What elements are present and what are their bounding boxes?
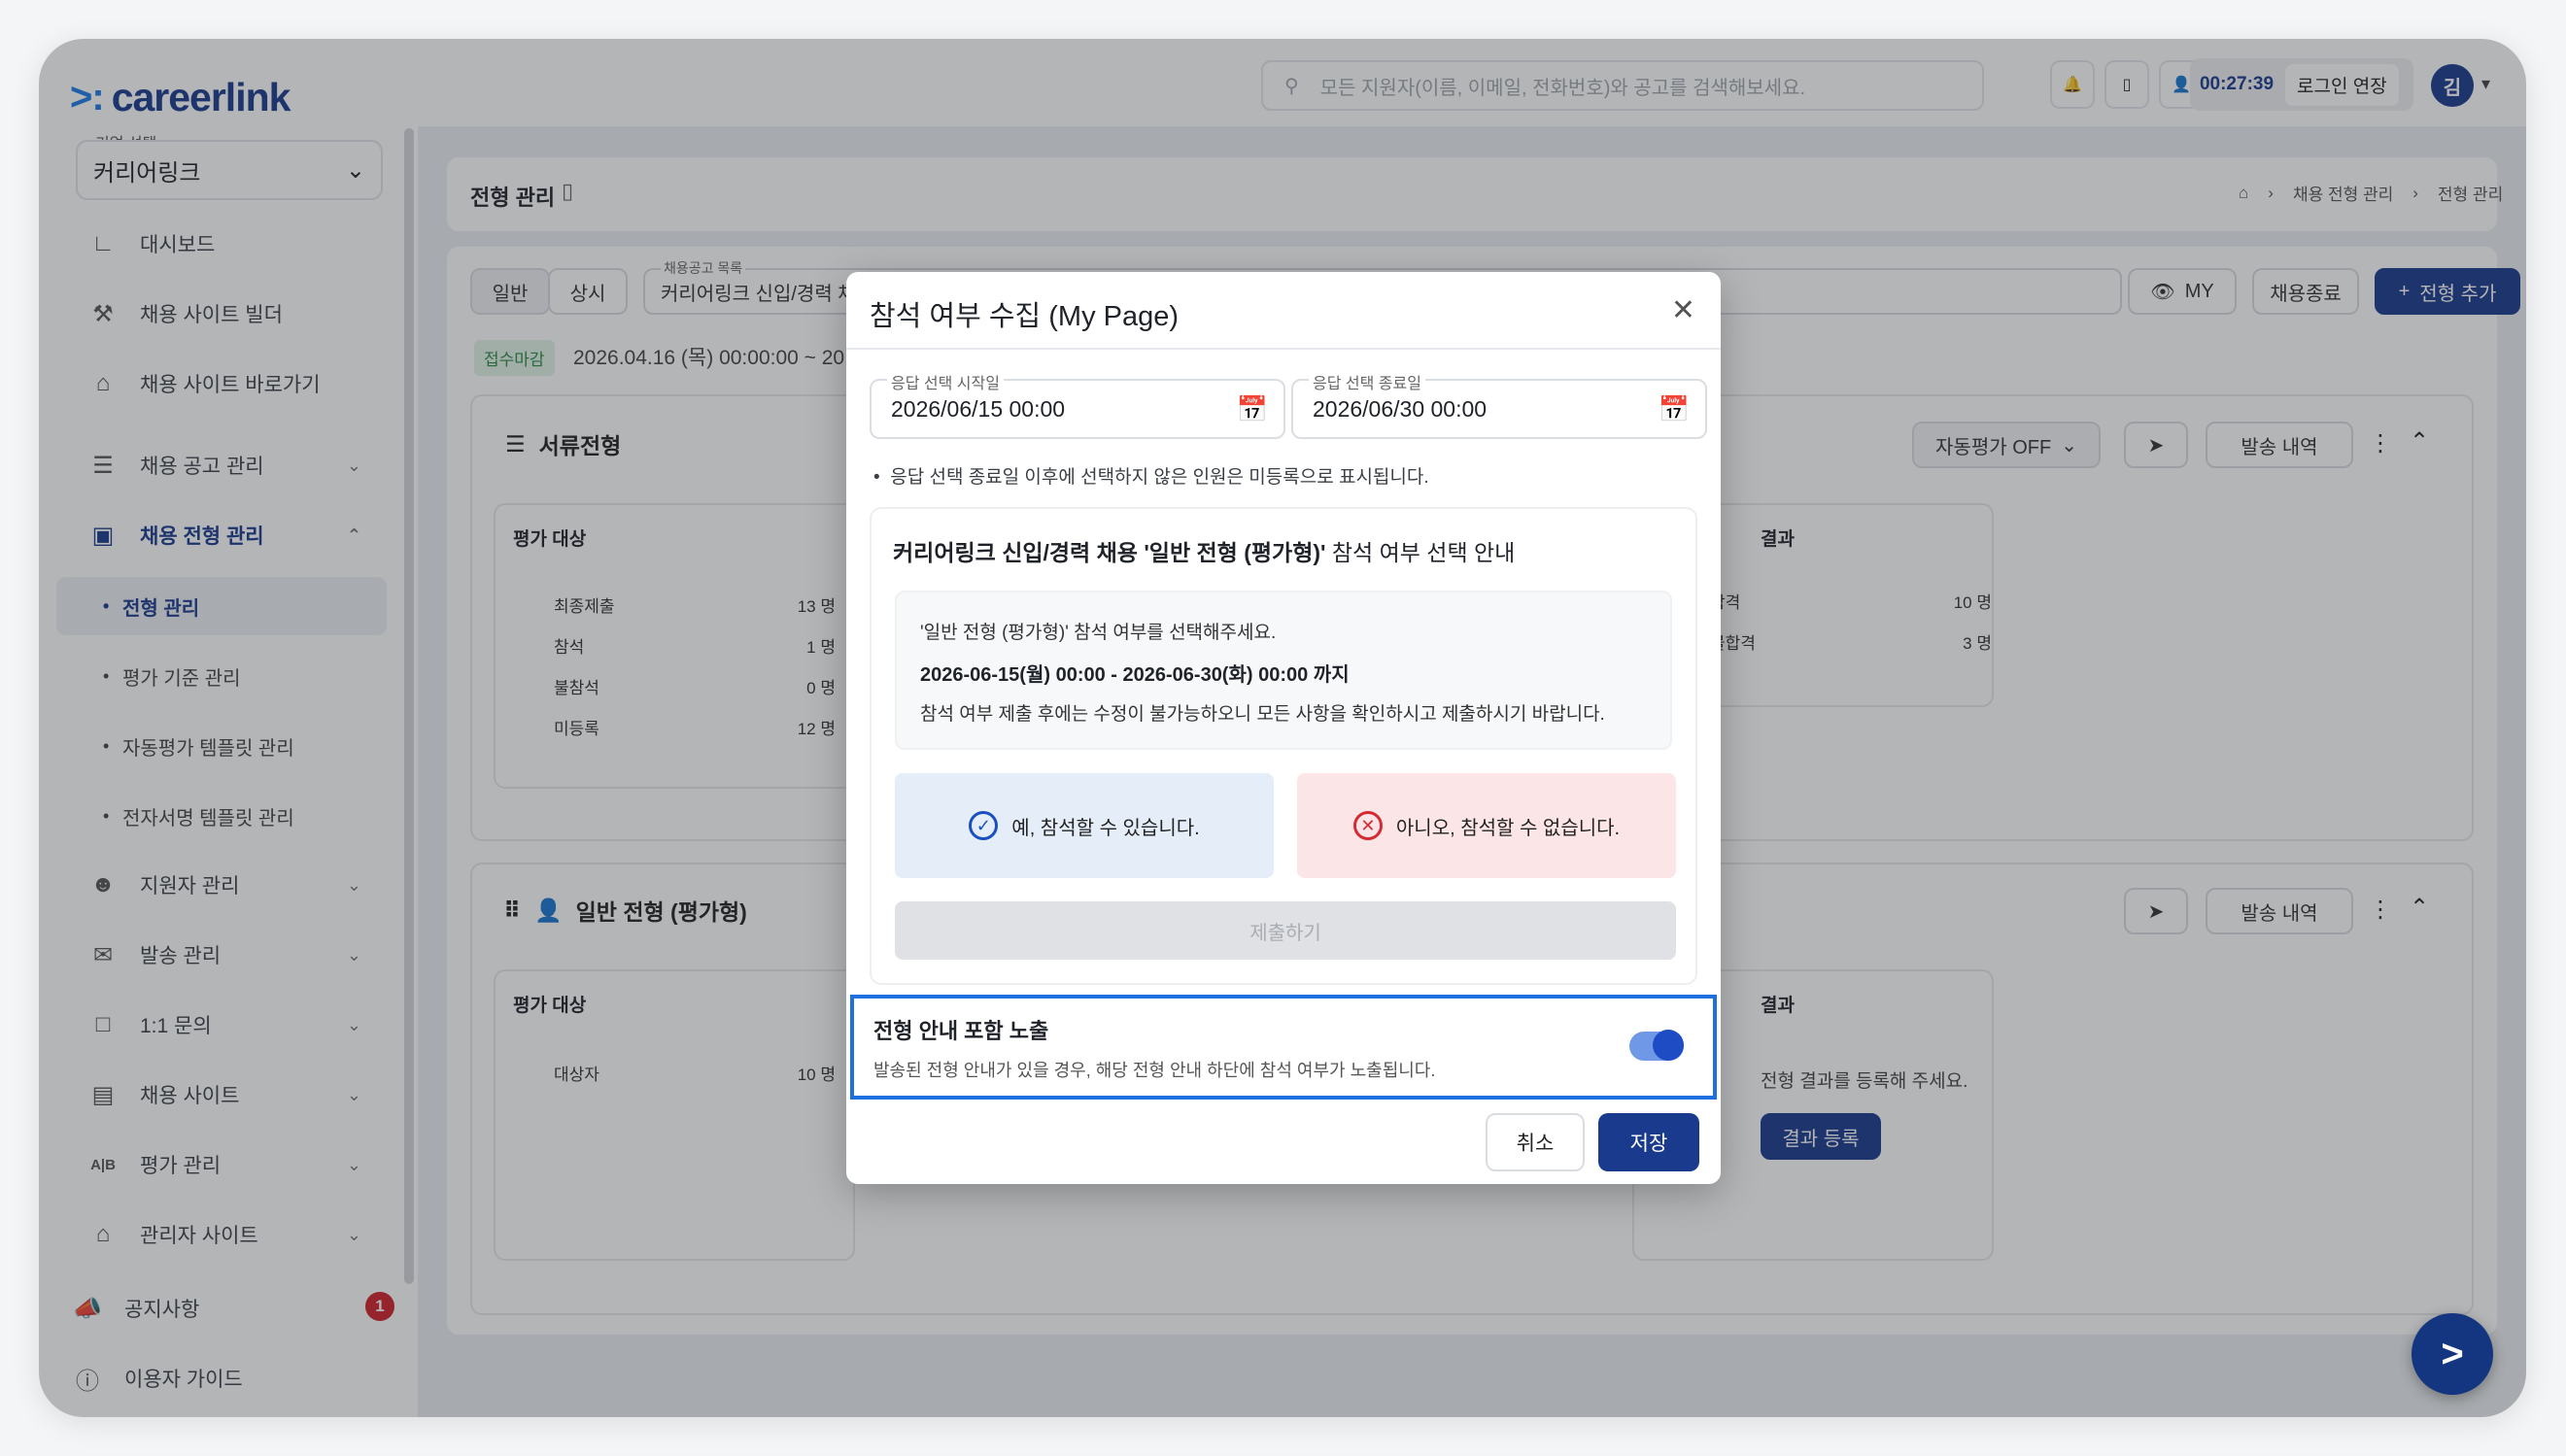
- include-in-guide-toggle[interactable]: [1629, 1030, 1684, 1061]
- start-date-value: 2026/06/15 00:00: [891, 396, 1066, 422]
- submit-button[interactable]: 제출하기: [895, 901, 1676, 960]
- assistant-fab-icon[interactable]: >: [2412, 1313, 2493, 1395]
- app-window: >: careerlink ⚲ 모든 지원자(이름, 이메일, 전화번호)와 공…: [39, 39, 2526, 1417]
- toggle-description: 발송된 전형 안내가 있을 경우, 해당 전형 안내 하단에 참석 여부가 노출…: [873, 1061, 1436, 1080]
- end-date-value: 2026/06/30 00:00: [1313, 396, 1488, 422]
- calendar-icon[interactable]: 📅: [1237, 394, 1268, 424]
- preview-notice-box: '일반 전형 (평가형)' 참석 여부를 선택해주세요. 2026-06-15(…: [895, 591, 1672, 750]
- attendance-preview: 커리어링크 신입/경력 채용 '일반 전형 (평가형)' 참석 여부 선택 안내…: [870, 507, 1697, 985]
- preview-heading: 커리어링크 신입/경력 채용 '일반 전형 (평가형)' 참석 여부 선택 안내: [893, 540, 1516, 565]
- attend-no-option[interactable]: ✕ 아니오, 참석할 수 없습니다.: [1297, 773, 1676, 878]
- preview-line: 참석 여부 제출 후에는 수정이 불가능하오니 모든 사항을 확인하시고 제출하…: [920, 704, 1605, 725]
- cancel-button[interactable]: 취소: [1486, 1113, 1585, 1171]
- end-date-label: 응답 선택 종료일: [1309, 370, 1425, 393]
- include-in-guide-row: 전형 안내 포함 노출 발송된 전형 안내가 있을 경우, 해당 전형 안내 하…: [850, 995, 1717, 1100]
- start-date-field[interactable]: 응답 선택 시작일 2026/06/15 00:00 📅: [870, 370, 1285, 439]
- toggle-title: 전형 안내 포함 노출: [873, 1019, 1049, 1043]
- end-date-field[interactable]: 응답 선택 종료일 2026/06/30 00:00 📅: [1291, 370, 1707, 439]
- close-icon[interactable]: ✕: [1671, 293, 1695, 327]
- modal-title: 참석 여부 수집 (My Page): [870, 301, 1180, 332]
- preview-line: '일반 전형 (평가형)' 참석 여부를 선택해주세요.: [920, 623, 1277, 643]
- check-circle-icon: ✓: [969, 811, 999, 840]
- preview-deadline: 2026-06-15(월) 00:00 - 2026-06-30(화) 00:0…: [920, 664, 1350, 686]
- divider: [846, 348, 1721, 350]
- unregistered-note: • 응답 선택 종료일 이후에 선택하지 않은 인원은 미등록으로 표시됩니다.: [873, 467, 1429, 488]
- attendance-modal: 참석 여부 수집 (My Page) ✕ 응답 선택 시작일 2026/06/1…: [846, 272, 1721, 1184]
- attend-yes-option[interactable]: ✓ 예, 참석할 수 있습니다.: [895, 773, 1274, 878]
- calendar-icon[interactable]: 📅: [1659, 394, 1690, 424]
- toggle-knob: [1653, 1030, 1684, 1061]
- x-circle-icon: ✕: [1352, 811, 1383, 840]
- start-date-label: 응답 선택 시작일: [887, 370, 1004, 393]
- save-button[interactable]: 저장: [1598, 1113, 1699, 1171]
